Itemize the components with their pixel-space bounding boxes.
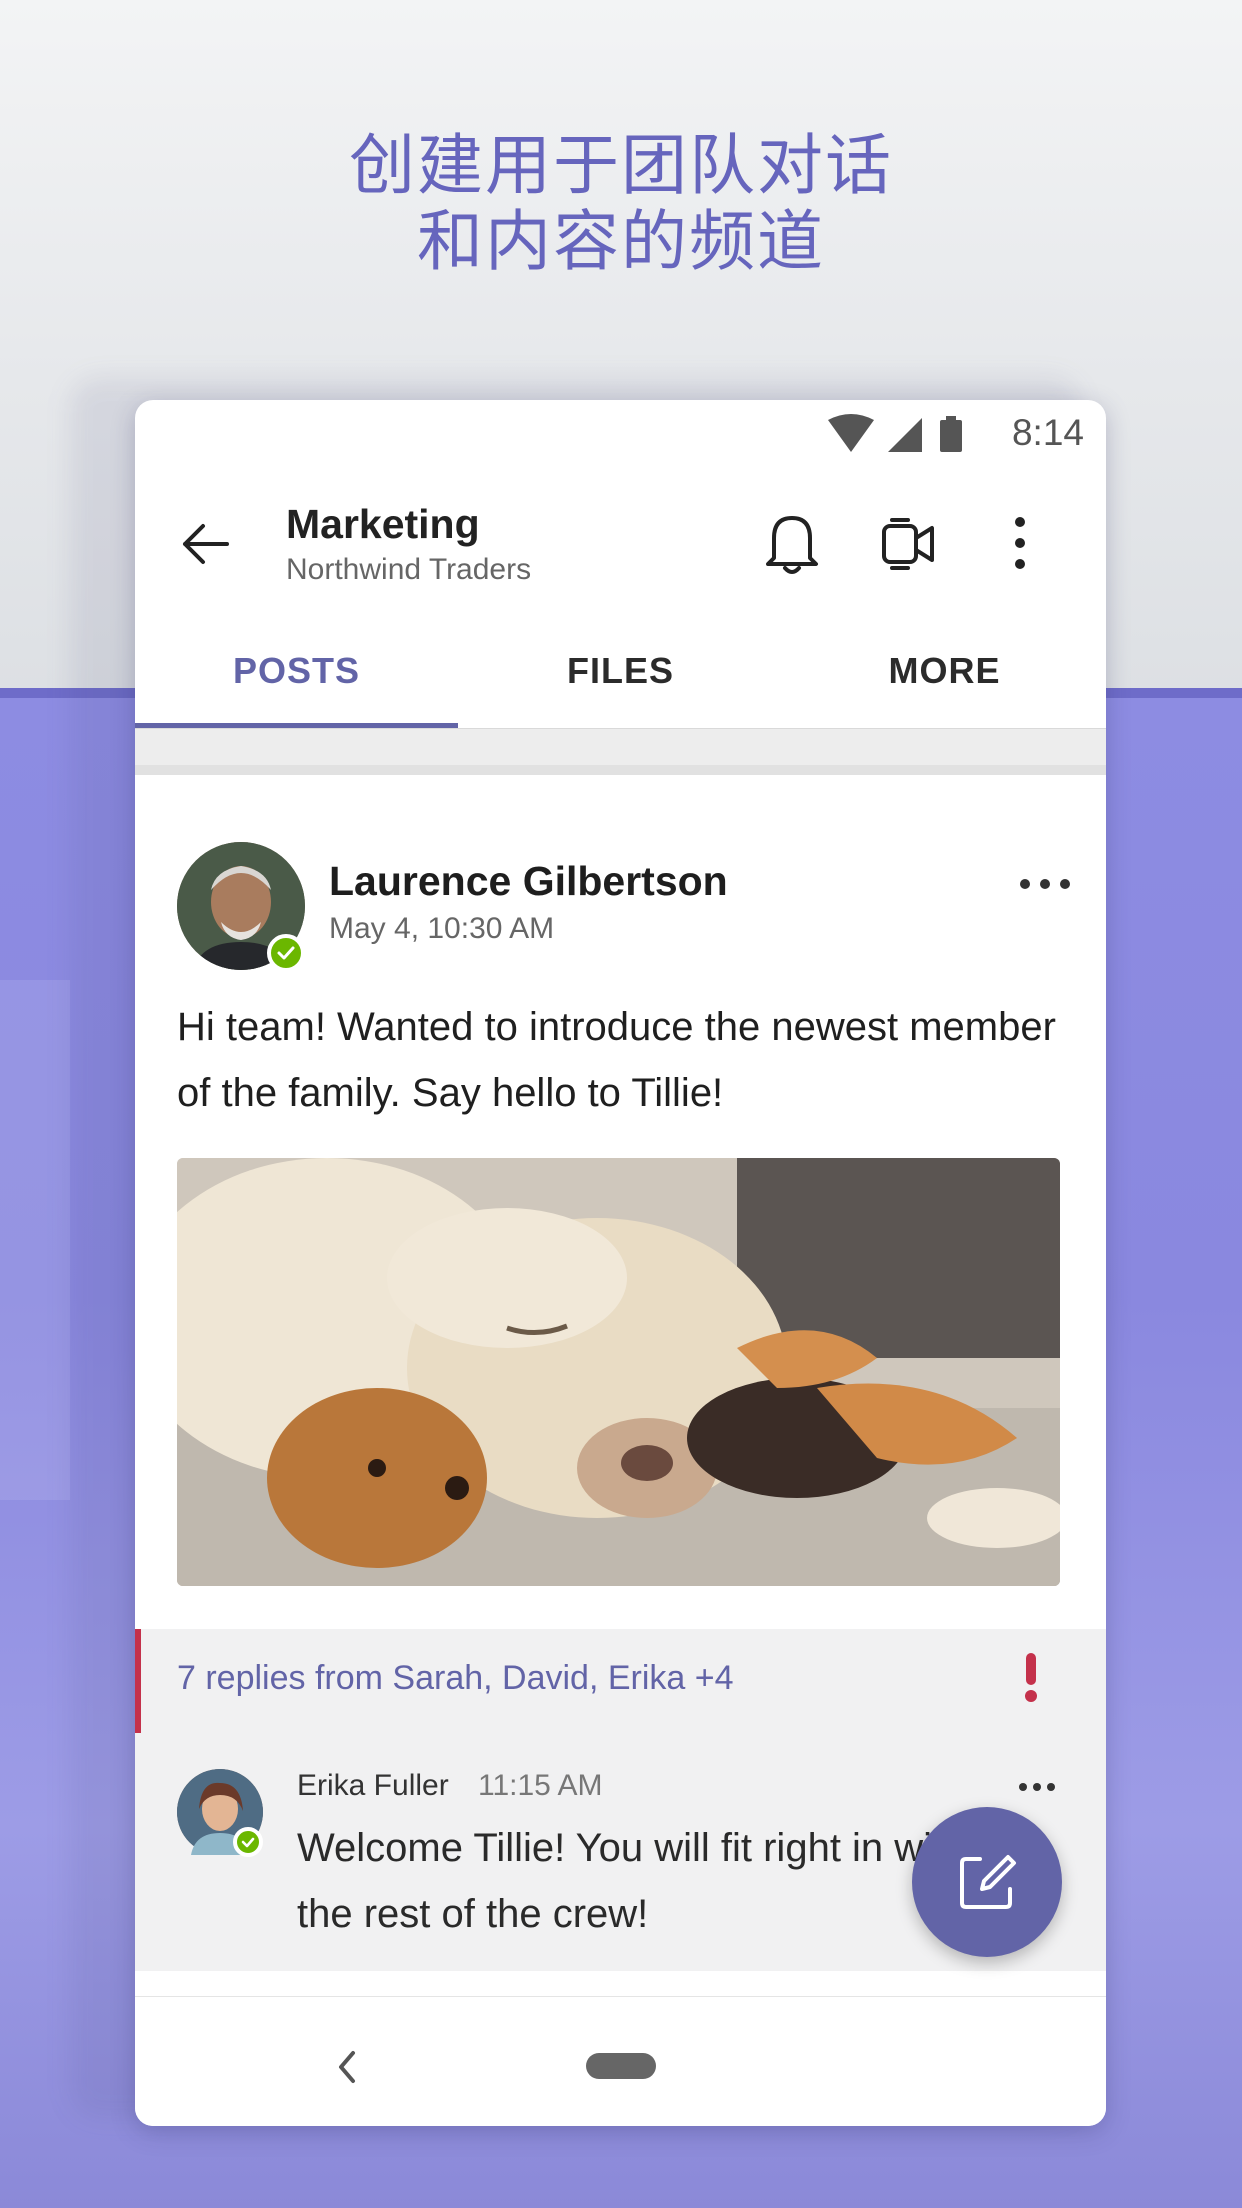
channel-titles: Marketing Northwind Traders	[286, 498, 531, 590]
app-bar: Marketing Northwind Traders	[135, 464, 1106, 614]
more-options-icon[interactable]	[1005, 510, 1035, 576]
tab-posts[interactable]: POSTS	[135, 614, 458, 728]
promo-line-1: 创建用于团队对话	[349, 127, 893, 204]
post-message: Hi team! Wanted to introduce the newest …	[177, 1005, 1056, 1115]
tab-files[interactable]: FILES	[459, 614, 782, 728]
tab-more[interactable]: MORE	[783, 614, 1106, 728]
meet-now-icon[interactable]	[880, 512, 936, 576]
back-arrow-icon[interactable]	[177, 516, 233, 572]
battery-icon	[940, 420, 962, 452]
background-decoration	[0, 980, 70, 1500]
new-conversation-button[interactable]	[912, 1807, 1062, 1957]
nav-home-pill[interactable]	[586, 2053, 656, 2079]
available-status-icon	[233, 1827, 263, 1857]
status-bar: 8:14	[135, 400, 1106, 464]
post-author[interactable]: Laurence Gilbertson	[329, 858, 728, 905]
promo-headline: 创建用于团队对话 和内容的频道	[0, 128, 1242, 280]
post-timestamp: May 4, 10:30 AM	[329, 912, 555, 945]
compose-icon	[960, 1855, 1016, 1909]
status-icons	[828, 414, 962, 452]
active-tab-indicator	[135, 723, 458, 728]
reply-more-icon[interactable]	[1017, 1777, 1057, 1797]
dog-photo	[177, 1158, 1060, 1586]
replies-summary-link[interactable]: 7 replies from Sarah, David, Erika +4	[177, 1659, 734, 1698]
system-nav-bar	[135, 1996, 1106, 2126]
post-more-icon[interactable]	[1017, 872, 1073, 896]
phone-screen: 8:14 Marketing Northwind Traders POSTS F…	[135, 400, 1106, 2126]
reply-timestamp: 11:15 AM	[478, 1769, 603, 1802]
important-indicator-bar	[135, 1629, 141, 1733]
bell-icon[interactable]	[760, 508, 824, 578]
channel-tabs: POSTS FILES MORE	[135, 614, 1106, 729]
available-status-icon	[267, 934, 305, 972]
promo-line-2: 和内容的频道	[417, 203, 825, 280]
signal-icon	[888, 418, 922, 452]
team-name: Northwind Traders	[286, 553, 532, 586]
channel-title: Marketing	[286, 501, 480, 547]
previous-post-edge	[135, 729, 1106, 775]
nav-back-icon[interactable]	[335, 2047, 359, 2087]
reply-message: Welcome Tillie! You will fit right in wi…	[297, 1826, 966, 1936]
wifi-icon	[828, 414, 874, 452]
post-image[interactable]	[177, 1158, 1060, 1586]
reply-author[interactable]: Erika Fuller	[297, 1769, 449, 1803]
important-icon	[1025, 1653, 1037, 1702]
status-time: 8:14	[1011, 412, 1084, 453]
